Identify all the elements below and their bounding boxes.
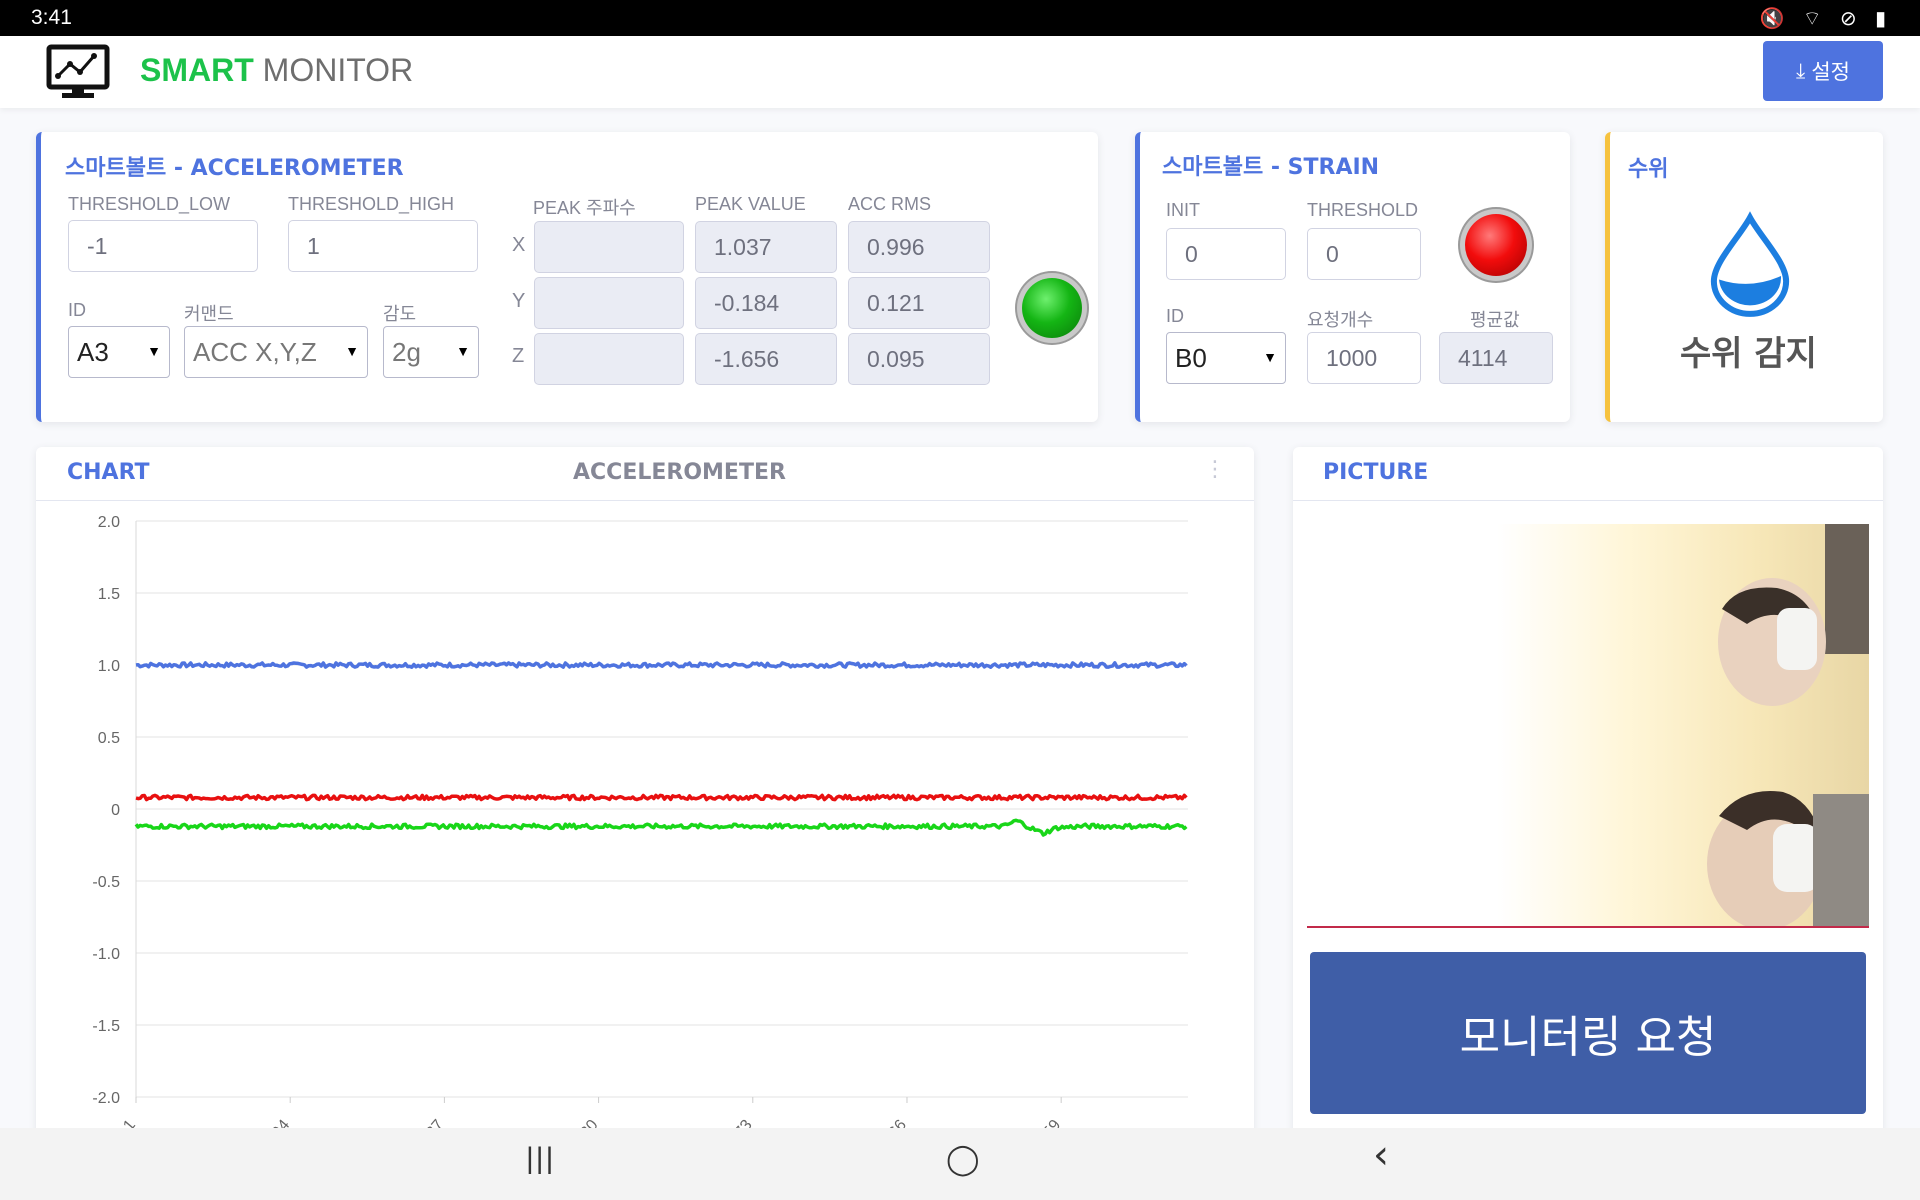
app-header: SMART MONITOR ⤓ 설정 — [0, 36, 1920, 108]
threshold-low-label: THRESHOLD_LOW — [68, 194, 231, 214]
peak-value-label: PEAK VALUE — [695, 194, 806, 214]
monitoring-request-button[interactable]: 모니터링 요청 — [1310, 952, 1866, 1114]
command-select[interactable]: ACC X,Y,Z ▼ — [184, 326, 368, 378]
peak-frequency-label: PEAK 주파수 — [533, 198, 636, 218]
acc-rms-z: 0.095 — [848, 333, 990, 385]
command-label: 커맨드 — [184, 304, 234, 324]
home-button[interactable]: ◯ — [946, 1142, 980, 1177]
camera-picture — [1307, 524, 1869, 928]
y-tick-label: 0 — [111, 802, 120, 819]
request-count-input[interactable]: 1000 — [1307, 332, 1421, 384]
sensitivity-select[interactable]: 2g ▼ — [383, 326, 479, 378]
accelerometer-chart: 2.01.51.00.50-0.5-1.0-1.5-2.012945878801… — [92, 514, 1188, 1147]
status-led-green — [1022, 278, 1082, 338]
threshold-high-input[interactable]: 1 — [288, 220, 478, 272]
brand-title: SMART MONITOR — [140, 52, 414, 88]
dropdown-arrow-icon: ▼ — [345, 343, 359, 359]
peak-frequency-y — [534, 277, 684, 329]
status-time: 3:41 — [31, 6, 72, 29]
strain-id-label: ID — [1166, 306, 1184, 326]
more-options-icon[interactable]: ⋮ — [1204, 457, 1226, 482]
y-tick-label: -2.0 — [92, 1090, 120, 1107]
acc-rms-label: ACC RMS — [848, 194, 932, 214]
threshold-label: THRESHOLD — [1307, 200, 1419, 220]
back-button[interactable]: ‹ — [1373, 1132, 1389, 1178]
y-tick-label: 0.5 — [98, 730, 120, 747]
status-bar: 3:41 🔇 ⌔ ⊘ ▮ — [0, 0, 1920, 36]
settings-button[interactable]: ⤓ 설정 — [1763, 41, 1883, 101]
axis-y-label: Y — [512, 290, 526, 312]
chart-header: CHART ACCELEROMETER ⋮ — [36, 447, 1254, 501]
series-line-1 — [135, 793, 1188, 802]
axis-x-label: X — [512, 234, 526, 256]
status-icons: 🔇 ⌔ ⊘ ▮ — [1759, 6, 1892, 30]
picture-title: PICTURE — [1323, 460, 1429, 485]
sensitivity-label: 감도 — [383, 304, 417, 324]
water-level-card: 수위 수위 감지 — [1605, 132, 1883, 422]
request-count-label: 요청개수 — [1307, 310, 1374, 330]
water-level-title: 수위 — [1628, 157, 1669, 182]
peak-frequency-z — [534, 333, 684, 385]
peak-value-x: 1.037 — [695, 221, 837, 273]
chart-card: CHART ACCELEROMETER ⋮ 2.0 1.5 1.0 0.5 0 -0.5 -… — [36, 447, 1254, 1147]
peak-value-y: -0.184 — [695, 277, 837, 329]
recent-apps-button[interactable]: ||| — [526, 1142, 555, 1176]
acc-rms-y: 0.121 — [848, 277, 990, 329]
dropdown-arrow-icon: ▼ — [456, 343, 470, 359]
y-tick-label: -1.5 — [92, 1018, 120, 1035]
y-tick-label: 2.0 — [98, 514, 120, 531]
camera-image — [1307, 524, 1869, 928]
init-input[interactable]: 0 — [1166, 228, 1286, 280]
y-tick-label: 1.0 — [98, 658, 120, 675]
init-label: INIT — [1166, 200, 1200, 220]
peak-frequency-x — [534, 221, 684, 273]
dropdown-arrow-icon: ▼ — [1263, 349, 1277, 365]
threshold-high-label: THRESHOLD_HIGH — [288, 194, 455, 214]
id-label: ID — [68, 300, 86, 320]
peak-value-z: -1.656 — [695, 333, 837, 385]
chart-title: CHART — [67, 460, 150, 485]
accelerometer-card: 스마트볼트 - ACCELEROMETER THRESHOLD_LOW THRE… — [36, 132, 1098, 422]
threshold-input[interactable]: 0 — [1307, 228, 1421, 280]
accelerometer-title: 스마트볼트 - ACCELEROMETER — [65, 156, 404, 181]
download-icon: ⤓ — [1796, 58, 1806, 83]
system-nav-bar: ||| ◯ ‹ — [0, 1128, 1920, 1200]
y-tick-label: -0.5 — [92, 874, 120, 891]
dropdown-arrow-icon: ▼ — [147, 343, 161, 359]
strain-card: 스마트볼트 - STRAIN INIT THRESHOLD 0 0 ID 요청개… — [1135, 132, 1570, 422]
axis-z-label: Z — [512, 345, 525, 367]
water-level-status: 수위 감지 — [1680, 334, 1817, 374]
water-drop-icon — [1710, 211, 1790, 317]
strain-title: 스마트볼트 - STRAIN — [1162, 155, 1380, 180]
acc-rms-x: 0.996 — [848, 221, 990, 273]
threshold-low-input[interactable]: -1 — [68, 220, 258, 272]
strain-id-select[interactable]: B0 ▼ — [1166, 332, 1286, 384]
monitor-chart-icon — [46, 44, 110, 98]
y-tick-label: 1.5 — [98, 586, 120, 603]
id-select[interactable]: A3 ▼ — [68, 326, 170, 378]
picture-header: PICTURE — [1293, 447, 1883, 501]
average-label: 평균값 — [1470, 310, 1520, 330]
average-value: 4114 — [1439, 332, 1553, 384]
chart-subtitle: ACCELEROMETER — [573, 460, 786, 485]
y-tick-label: -1.0 — [92, 946, 120, 963]
series-line-2 — [134, 818, 1188, 837]
status-led-red — [1465, 214, 1527, 276]
